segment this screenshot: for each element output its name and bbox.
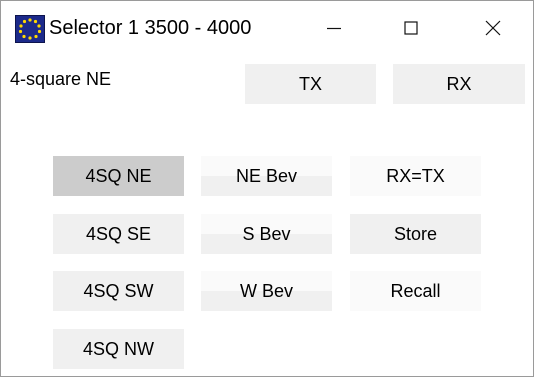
4sq-sw-label: 4SQ SW xyxy=(83,281,154,301)
4sq-ne-button[interactable]: 4SQ NE xyxy=(53,156,184,196)
stars-flag-icon xyxy=(15,15,45,43)
minimize-icon xyxy=(327,27,341,30)
s-bev-button[interactable]: S Bev xyxy=(201,214,332,254)
recall-button[interactable]: Recall xyxy=(350,271,481,311)
close-button[interactable] xyxy=(460,1,526,55)
current-selection-label: 4-square NE xyxy=(10,69,112,89)
tx-button[interactable]: TX xyxy=(245,64,376,104)
4sq-se-button[interactable]: 4SQ SE xyxy=(53,214,184,254)
rx-button[interactable]: RX xyxy=(393,64,525,104)
4sq-ne-label: 4SQ NE xyxy=(85,166,152,186)
4sq-se-label: 4SQ SE xyxy=(85,224,152,244)
ne-bev-label: NE Bev xyxy=(235,166,298,186)
store-label: Store xyxy=(393,224,438,244)
4sq-nw-button[interactable]: 4SQ NW xyxy=(53,329,184,369)
ne-bev-button[interactable]: NE Bev xyxy=(201,156,332,196)
w-bev-button[interactable]: W Bev xyxy=(201,271,332,311)
minimize-button[interactable] xyxy=(301,1,367,55)
4sq-sw-button[interactable]: 4SQ SW xyxy=(53,271,184,311)
rx-button-label: RX xyxy=(446,74,472,94)
recall-label: Recall xyxy=(390,281,441,301)
4sq-nw-label: 4SQ NW xyxy=(82,339,154,359)
title-bar[interactable]: Selector 1 3500 - 4000 xyxy=(1,1,533,55)
rx-equals-tx-button[interactable]: RX=TX xyxy=(350,156,481,196)
store-button[interactable]: Store xyxy=(350,214,481,254)
rx-equals-tx-label: RX=TX xyxy=(386,166,445,186)
s-bev-label: S Bev xyxy=(242,224,291,244)
close-icon xyxy=(485,20,501,36)
maximize-icon xyxy=(404,21,418,35)
selector-window: Selector 1 3500 - 4000 4-square NE TX RX… xyxy=(0,0,534,377)
w-bev-label: W Bev xyxy=(239,281,293,301)
window-title: Selector 1 3500 - 4000 xyxy=(49,17,252,39)
maximize-button[interactable] xyxy=(378,1,444,55)
tx-button-label: TX xyxy=(298,74,322,94)
